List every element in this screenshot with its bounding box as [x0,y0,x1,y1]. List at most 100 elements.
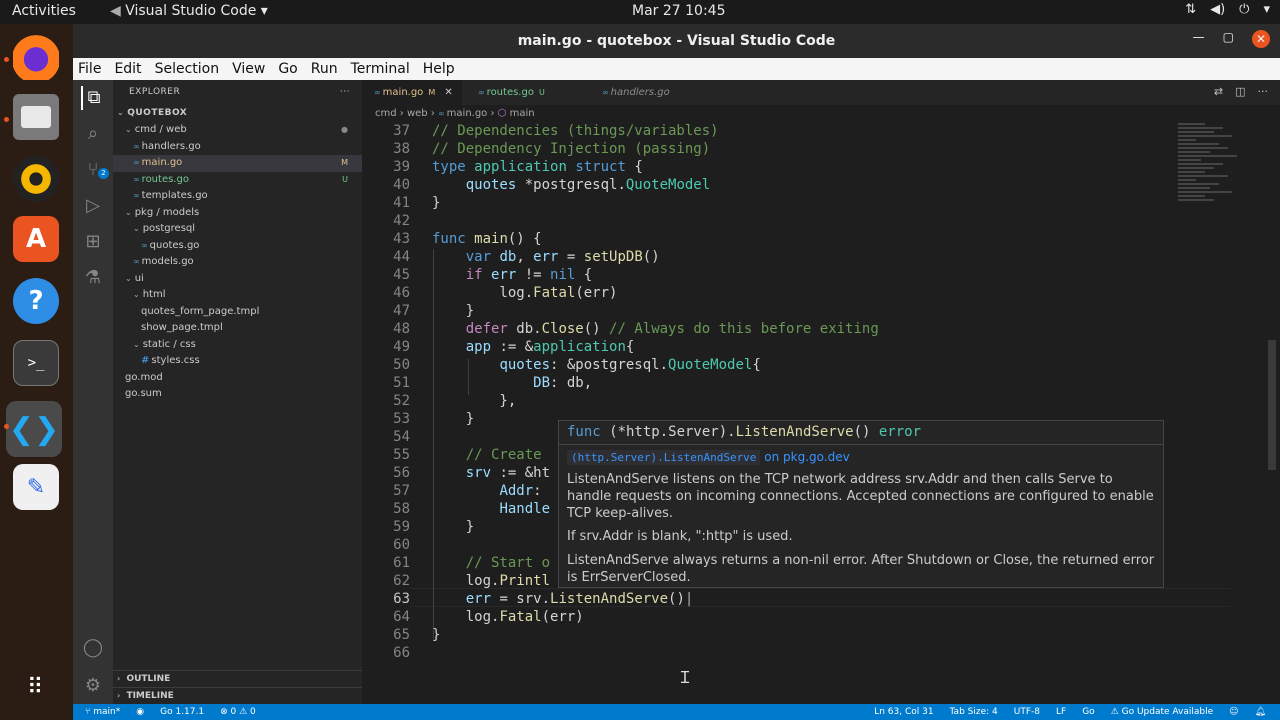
source-control-icon[interactable]: ⑂ 2 [81,158,109,182]
app-center-icon[interactable]: A [13,216,59,262]
problems-indicator[interactable]: ⊗ 0 ⚠ 0 [220,704,256,720]
outline-section[interactable]: › OUTLINE [113,670,362,687]
tab-size[interactable]: Tab Size: 4 [950,704,998,720]
code-line[interactable]: 65} [362,626,1162,644]
extensions-icon[interactable]: ⊞ [81,230,105,254]
more-actions-icon[interactable]: ··· [340,80,350,104]
settings-gear-icon[interactable]: ⚙ [81,674,105,698]
code-line[interactable]: 51 DB: db, [362,374,1162,392]
code-line[interactable]: 49 app := &application{ [362,338,1162,356]
language-mode[interactable]: Go [1082,704,1094,720]
accounts-icon[interactable]: ◯ [81,636,105,660]
code-line[interactable]: 44 var db, err = setUpDB() [362,248,1162,266]
chevron-down-icon[interactable]: ▾ [1263,2,1270,17]
go-update-status[interactable]: ⚠ Go Update Available [1111,704,1213,720]
eol[interactable]: LF [1056,704,1066,720]
code-line[interactable]: 39 type application struct { [362,158,1162,176]
code-line[interactable]: 48 defer db.Close() // Always do this be… [362,320,1162,338]
menu-selection[interactable]: Selection [155,61,220,77]
breadcrumb-item[interactable]: web [407,108,428,119]
code-line[interactable]: 37 // Dependencies (things/variables) [362,122,1162,140]
file-item[interactable]: # styles.css [113,353,362,370]
system-tray[interactable]: ⇅ ◀) ⏻ ▾ [1185,2,1270,17]
maximize-icon[interactable]: ▢ [1223,30,1234,48]
file-item[interactable]: show_page.tmpl [113,320,362,337]
rhythmbox-icon[interactable] [13,156,59,202]
firefox-icon[interactable] [13,34,59,80]
project-root[interactable]: ⌄ QUOTEBOX [113,104,362,122]
testing-icon[interactable]: ⚗ [81,266,105,290]
power-icon[interactable]: ⏻ [1239,2,1249,17]
close-tab-icon[interactable]: ✕ [441,87,452,98]
folder-item[interactable]: ⌄ postgresql [113,221,362,238]
pkg-go-dev-link[interactable]: (http.Server).ListenAndServe on pkg.go.d… [567,450,850,465]
more-actions-icon[interactable]: ··· [1258,85,1269,98]
encoding[interactable]: UTF-8 [1014,704,1040,720]
breadcrumb-item[interactable]: main.go [447,108,488,119]
code-line[interactable]: 43 func main() { [362,230,1162,248]
file-item[interactable]: go.sum [113,386,362,403]
help-icon[interactable]: ? [13,278,59,324]
run-debug-icon[interactable]: ▷ [81,194,105,218]
file-item[interactable]: ∞ main.go M [113,155,362,172]
text-editor-icon[interactable]: ✎ [13,464,59,510]
cursor-position[interactable]: Ln 63, Col 31 [874,704,933,720]
editor-scrollbar[interactable] [1268,340,1276,470]
activities-button[interactable]: Activities [12,3,76,19]
folder-item[interactable]: ⌄ pkg / models [113,205,362,222]
menu-terminal[interactable]: Terminal [351,61,410,77]
file-item[interactable]: ∞ routes.go U [113,172,362,189]
folder-item[interactable]: ⌄ ui [113,271,362,288]
sync-icon[interactable]: ◉ [136,704,144,720]
minimap[interactable] [1178,123,1268,243]
code-line[interactable]: 46 log.Fatal(err) [362,284,1162,302]
code-line[interactable]: 64 log.Fatal(err) [362,608,1162,626]
tab-main-go[interactable]: ∞ main.go M ✕ [362,80,462,105]
code-line[interactable]: 66 [362,644,1162,662]
menu-help[interactable]: Help [423,61,455,77]
folder-item[interactable]: ⌄ static / css [113,337,362,354]
show-apps-icon[interactable]: ⠿ [13,664,59,710]
close-icon[interactable]: ✕ [1252,30,1270,48]
menu-run[interactable]: Run [311,61,338,77]
menu-go[interactable]: Go [278,61,297,77]
folder-item[interactable]: ⌄ html [113,287,362,304]
menu-edit[interactable]: Edit [114,61,141,77]
file-item[interactable]: ∞ handlers.go [113,139,362,156]
menu-file[interactable]: File [78,61,101,77]
tab-handlers-go[interactable]: ∞ handlers.go [590,80,708,105]
feedback-icon[interactable]: ☺ [1229,704,1238,720]
code-line[interactable]: 41} [362,194,1162,212]
search-icon[interactable]: ⌕ [81,122,105,146]
file-item[interactable]: quotes_form_page.tmpl [113,304,362,321]
code-line[interactable]: 40 quotes *postgresql.QuoteModel [362,176,1162,194]
minimize-icon[interactable]: — [1193,30,1205,48]
tab-routes-go[interactable]: ∞ routes.go U [466,80,584,105]
file-item[interactable]: ∞ models.go [113,254,362,271]
go-version[interactable]: Go 1.17.1 [160,704,204,720]
code-editor[interactable]: 37 // Dependencies (things/variables) 38 //… [362,123,1280,704]
network-icon[interactable]: ⇅ [1185,2,1196,17]
file-item[interactable]: go.mod [113,370,362,387]
code-line[interactable]: 45 if err != nil { [362,266,1162,284]
clock[interactable]: Mar 27 10:45 [632,3,725,19]
menu-view[interactable]: View [232,61,265,77]
explorer-icon[interactable]: ⧉ [81,86,105,110]
breadcrumb-item[interactable]: cmd [375,108,397,119]
compare-icon[interactable]: ⇄ [1214,85,1223,98]
terminal-icon[interactable]: >_ [13,340,59,386]
split-editor-icon[interactable]: ◫ [1235,85,1245,98]
code-line[interactable]: 47 } [362,302,1162,320]
files-icon[interactable] [13,94,59,140]
window-titlebar[interactable]: main.go - quotebox - Visual Studio Code … [73,24,1280,58]
code-line[interactable]: 52 }, [362,392,1162,410]
volume-icon[interactable]: ◀) [1210,2,1225,17]
code-line[interactable]: 42 [362,212,1162,230]
app-menu[interactable]: ◀ Visual Studio Code ▾ [110,3,268,19]
file-item[interactable]: ∞ quotes.go [113,238,362,255]
branch-indicator[interactable]: ⑂ main* [85,704,120,720]
notifications-icon[interactable]: 🔔︎ [1255,704,1266,720]
folder-item[interactable]: ⌄ cmd / web ● [113,122,362,139]
vscode-icon[interactable]: ❮❯ [6,401,62,457]
file-item[interactable]: ∞ templates.go [113,188,362,205]
